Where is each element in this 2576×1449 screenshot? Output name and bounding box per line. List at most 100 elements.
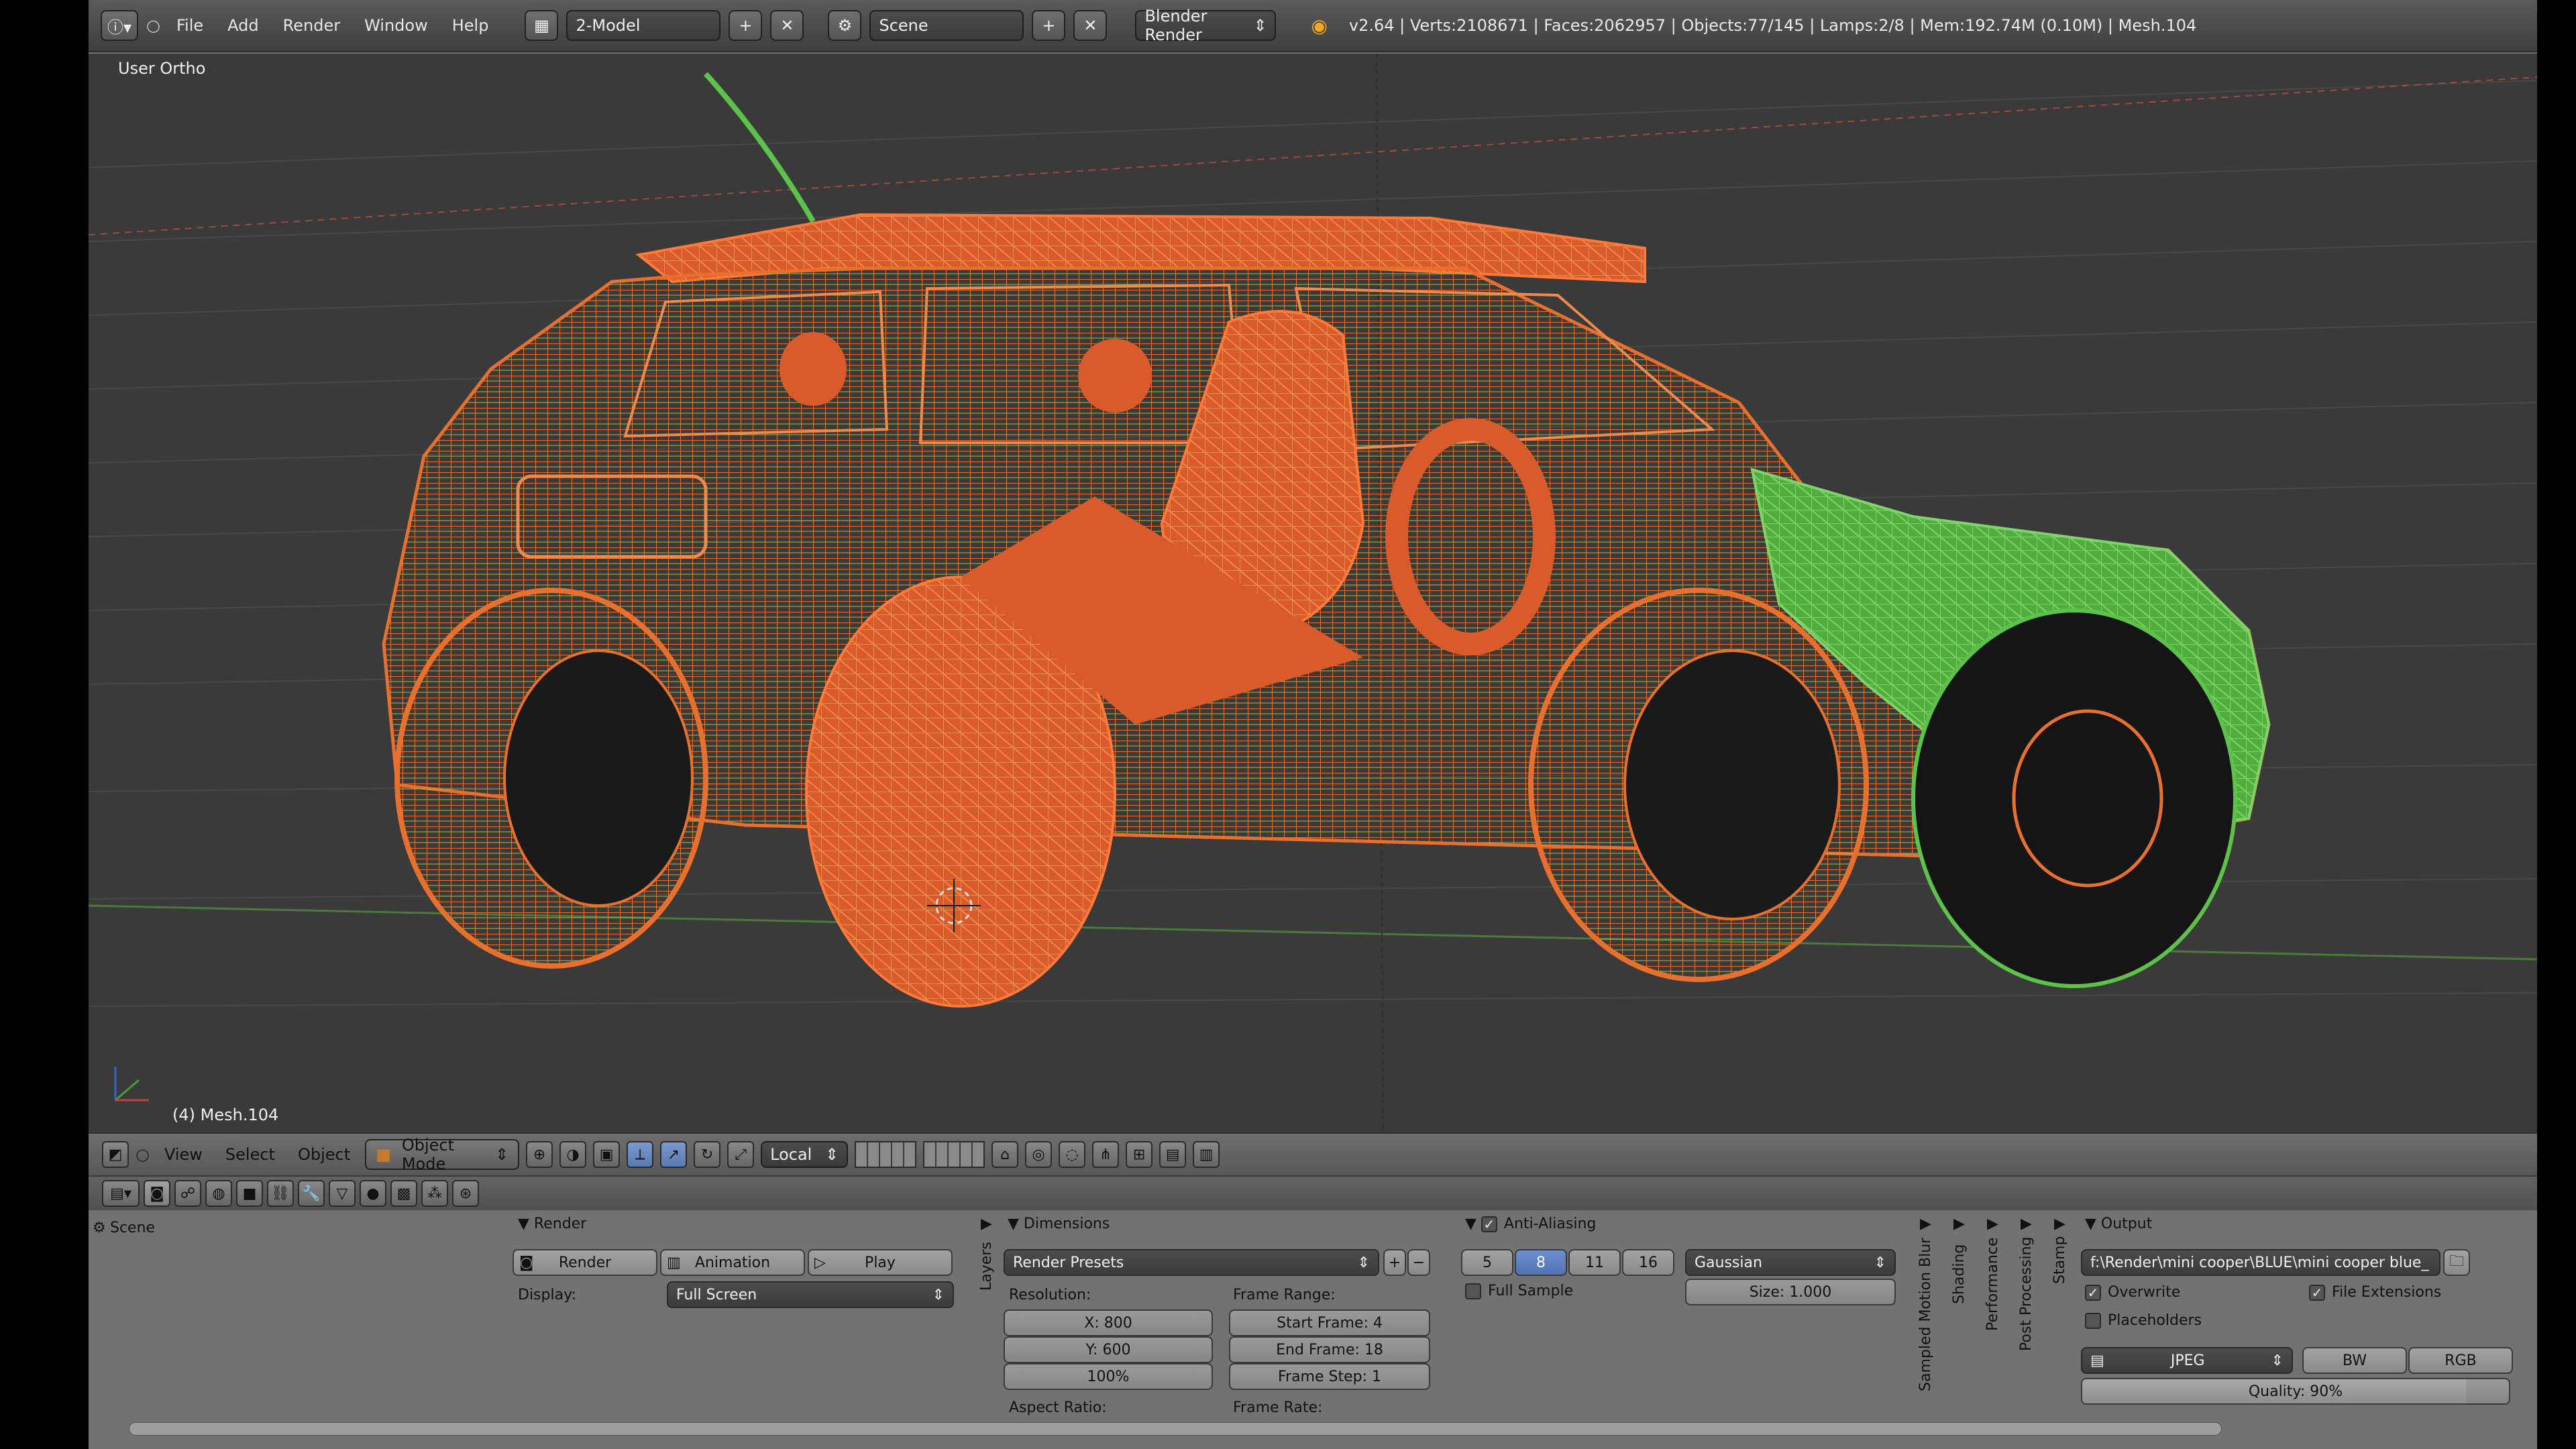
placeholders-option[interactable]: Placeholders [2085,1312,2202,1329]
placeholders-checkbox[interactable] [2085,1313,2101,1329]
rear-headrest-mesh[interactable] [780,332,847,406]
layers-panel-arrow[interactable]: ▶ [981,1216,992,1232]
translate-manipulator[interactable]: ↗ [660,1141,688,1168]
transform-orientation-select[interactable]: Local ⇕ [761,1141,849,1168]
aa-samples-11[interactable]: 11 [1568,1249,1621,1276]
lock-layers-button[interactable]: ⌂ [991,1141,1019,1168]
scene-browse-button[interactable]: ⚙ [828,10,862,41]
start-frame-field[interactable]: Start Frame: 4 [1229,1309,1430,1336]
screen-layout-field[interactable]: 2-Model [566,10,721,41]
screen-browse-button[interactable]: ▦ [525,10,559,41]
rear-tire-mesh[interactable] [503,649,694,907]
output-path-field[interactable]: f:\Render\mini cooper\BLUE\mini cooper b… [2081,1249,2440,1276]
motion-blur-panel-arrow[interactable]: ▶ [1920,1216,1931,1232]
editor-type-button[interactable]: ▤▾ [102,1180,140,1207]
3d-viewport[interactable]: User Ortho (4) Mesh.104 [89,54,2537,1132]
frame-step-field[interactable]: Frame Step: 1 [1229,1363,1430,1390]
end-frame-field[interactable]: End Frame: 18 [1229,1336,1430,1363]
color-rgb-button[interactable]: RGB [2408,1347,2513,1374]
performance-tab[interactable]: Performance [1984,1238,2001,1331]
tab-object[interactable]: ■ [236,1180,263,1207]
full-sample-checkbox[interactable] [1465,1283,1481,1299]
anti-aliasing-checkbox[interactable]: ✓ [1481,1216,1497,1232]
file-format-select[interactable]: ▤ JPEG ⇕ [2081,1347,2293,1374]
properties-horizontal-scrollbar[interactable] [129,1422,2222,1436]
play-button[interactable]: ▷ Play [808,1249,953,1276]
aa-filter-size-field[interactable]: Size: 1.000 [1685,1279,1896,1305]
render-engine-select[interactable]: Blender Render ⇕ [1135,7,1277,44]
layer-buttons-group-2[interactable] [923,1141,985,1168]
performance-panel-arrow[interactable]: ▶ [1987,1216,1998,1232]
viewport-shading-button[interactable]: ◑ [559,1141,587,1168]
tab-data[interactable]: ▽ [329,1180,356,1207]
front-tire-mesh[interactable] [1623,649,1841,920]
tab-particles[interactable]: ⁂ [421,1180,448,1207]
aa-samples-8[interactable]: 8 [1515,1249,1567,1276]
tab-physics[interactable]: ⊛ [452,1180,479,1207]
collapse-menu-icon[interactable]: ○ [146,16,160,35]
animation-button[interactable]: ▥ Animation [660,1249,805,1276]
menu-add[interactable]: Add [219,16,266,35]
stamp-panel-arrow[interactable]: ▶ [2054,1216,2065,1232]
mode-select[interactable]: ■ Object Mode ⇕ [365,1136,520,1173]
overwrite-checkbox[interactable]: ✓ [2085,1285,2101,1301]
post-processing-panel-arrow[interactable]: ▶ [2021,1216,2032,1232]
anti-aliasing-panel-header[interactable]: ▼ ✓ Anti-Aliasing [1465,1216,1596,1232]
full-sample-option[interactable]: Full Sample [1465,1283,1573,1299]
menu-view[interactable]: View [156,1145,211,1164]
opengl-render-button[interactable]: ▤ [1159,1141,1187,1168]
add-screen-button[interactable]: + [729,10,763,41]
file-extensions-checkbox[interactable]: ✓ [2309,1285,2325,1301]
sampled-motion-blur-tab[interactable]: Sampled Motion Blur [1917,1238,1934,1391]
aa-samples-5[interactable]: 5 [1461,1249,1513,1276]
tab-constraints[interactable]: ⛓ [267,1180,294,1207]
scale-manipulator[interactable]: ⤢ [727,1141,755,1168]
add-preset-button[interactable]: + [1383,1249,1406,1276]
display-select[interactable]: Full Screen ⇕ [667,1281,954,1308]
tab-render[interactable]: ◙ [144,1180,170,1207]
resolution-x-field[interactable]: X: 800 [1004,1309,1213,1336]
menu-select[interactable]: Select [217,1145,283,1164]
snap-toggle[interactable]: ⋔ [1092,1141,1120,1168]
proportional-edit-button[interactable]: ◌ [1059,1141,1086,1168]
viewport-canvas[interactable] [89,54,2537,1132]
layer-buttons-group-1[interactable] [855,1141,917,1168]
color-bw-button[interactable]: BW [2302,1347,2407,1374]
limit-selection-button[interactable]: ▣ [593,1141,621,1168]
resolution-y-field[interactable]: Y: 600 [1004,1336,1213,1363]
render-only-button[interactable]: ◎ [1025,1141,1053,1168]
stamp-tab[interactable]: Stamp [2051,1236,2068,1284]
render-panel-header[interactable]: ▼ Render [518,1216,586,1232]
dimensions-panel-header[interactable]: ▼ Dimensions [1008,1216,1110,1232]
headrest-mesh[interactable] [1078,339,1152,413]
menu-render[interactable]: Render [275,16,348,35]
post-processing-tab[interactable]: Post Processing [2018,1237,2035,1352]
menu-object[interactable]: Object [290,1145,358,1164]
delete-scene-button[interactable]: ✕ [1073,10,1108,41]
scene-field[interactable]: Scene [869,10,1024,41]
tab-material[interactable]: ● [360,1180,386,1207]
tab-texture[interactable]: ▩ [390,1180,417,1207]
quality-slider[interactable]: Quality: 90% [2081,1378,2510,1405]
layers-panel-tab[interactable]: Layers [978,1242,995,1291]
remove-preset-button[interactable]: − [1407,1249,1430,1276]
resolution-percentage-field[interactable]: 100% [1004,1363,1213,1390]
menu-window[interactable]: Window [356,16,436,35]
aa-filter-select[interactable]: Gaussian ⇕ [1685,1249,1896,1276]
output-panel-header[interactable]: ▼ Output [2085,1216,2152,1232]
menu-file[interactable]: File [168,16,211,35]
aa-samples-16[interactable]: 16 [1622,1249,1674,1276]
overwrite-option[interactable]: ✓ Overwrite [2085,1284,2180,1301]
pivot-point-button[interactable]: ⊕ [526,1141,553,1168]
tab-modifiers[interactable]: 🔧 [298,1180,325,1207]
snap-element-button[interactable]: ⊞ [1126,1141,1153,1168]
add-scene-button[interactable]: + [1032,10,1066,41]
collapse-menu-icon[interactable]: ○ [136,1145,150,1164]
tab-scene[interactable]: ☍ [174,1180,201,1207]
menu-help[interactable]: Help [444,16,497,35]
opengl-animation-button[interactable]: ▥ [1193,1141,1220,1168]
browse-folder-button[interactable]: 🗀 [2443,1249,2470,1276]
manipulator-toggle[interactable]: ⟂ [627,1141,654,1168]
shading-tab[interactable]: Shading [1951,1244,1968,1304]
green-front-wheel-mesh[interactable] [1911,608,2237,988]
